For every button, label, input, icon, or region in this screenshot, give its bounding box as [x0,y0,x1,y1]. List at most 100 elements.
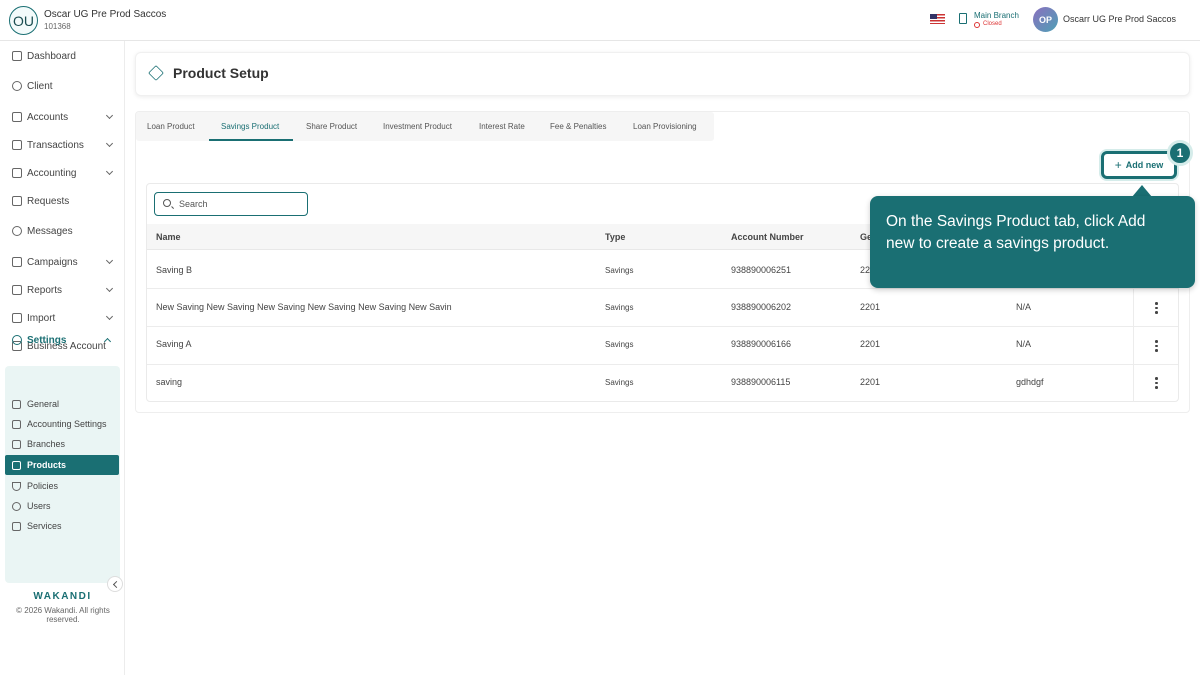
copyright: © 2026 Wakandi. All rights reserved. [16,606,110,624]
user-group-icon [12,501,21,511]
sidebar-item-import[interactable]: Import [12,310,116,326]
sidebar-item-label: Requests [27,195,70,207]
building-icon [12,439,21,449]
chevron-down-icon [105,312,114,321]
mail-icon [12,196,22,206]
sidebar-item-transactions[interactable]: Transactions [12,137,116,153]
tag-icon [12,460,21,470]
cell-account-number: 938890006202 [731,302,792,312]
branch-name[interactable]: Main Branch [974,11,1019,20]
cell-gl: 22 [860,265,871,275]
sidebar-item-dashboard[interactable]: Dashboard [12,48,116,64]
org-avatar[interactable]: OU [9,6,38,35]
more-vertical-icon[interactable] [1155,302,1158,316]
column-header-name: Name [156,232,181,242]
cell-type: Savings [605,266,634,275]
cell-type: Savings [605,303,634,312]
tab-share-product[interactable]: Share Product [306,122,357,131]
sidebar-item-label: Dashboard [27,50,76,62]
sidebar-item-label: Client [27,80,53,92]
org-id: 101368 [44,22,71,31]
sidebar-item-label: Accounting [27,167,77,179]
more-vertical-icon[interactable] [1155,340,1158,354]
settings-item-services[interactable]: Services [12,519,116,533]
cell-type: Savings [605,340,634,349]
chart-icon [12,285,22,295]
cell-extra: gdhdgf [1016,377,1044,387]
sidebar-item-settings[interactable]: Settings [12,332,112,348]
top-bar: OU Oscar UG Pre Prod Saccos 101368 Main … [0,0,1200,41]
sidebar-item-label: Messages [27,225,73,237]
sidebar-item-campaigns[interactable]: Campaigns [12,254,116,270]
cell-gl: 2201 [860,302,881,312]
user-avatar[interactable]: OP [1033,7,1058,32]
users-icon [12,81,22,91]
settings-item-label: General [27,399,60,409]
settings-item-policies[interactable]: Policies [12,479,116,493]
tab-interest-rate[interactable]: Interest Rate [479,122,525,131]
column-header-type: Type [605,232,626,242]
sidebar-item-accounting[interactable]: Accounting [12,165,116,181]
brand-logo: WAKANDI [33,591,92,602]
chevron-down-icon [105,256,114,265]
cell-name: New Saving New Saving New Saving New Sav… [156,302,452,312]
chevron-up-icon [103,337,112,346]
building-icon [959,13,967,24]
settings-item-users[interactable]: Users [12,499,116,513]
chevron-down-icon [105,139,114,148]
ledger-icon [12,168,22,178]
calculator-icon [12,419,21,429]
money-icon [12,140,22,150]
add-new-label: Add new [1125,160,1164,170]
cell-gl: 2201 [860,339,881,349]
cell-extra: N/A [1016,339,1032,349]
search-icon [163,199,171,207]
add-new-button[interactable]: + Add new [1101,151,1177,179]
sidebar-item-requests[interactable]: Requests [12,193,116,209]
settings-item-label: Policies [27,481,59,491]
sidebar-item-label: Campaigns [27,256,78,268]
tab-loan-product[interactable]: Loan Product [147,122,195,131]
branch-status: Closed [983,21,1002,27]
settings-item-accounting-settings[interactable]: Accounting Settings [12,417,116,431]
sidebar-item-reports[interactable]: Reports [12,282,116,298]
cell-account-number: 938890006166 [731,339,792,349]
page-header [135,52,1190,96]
us-flag-icon[interactable] [930,14,945,24]
settings-item-label: Branches [27,439,66,449]
collapse-sidebar-button[interactable] [107,576,123,592]
cell-account-number: 938890006251 [731,265,792,275]
sidebar-item-label: Accounts [27,111,69,123]
tab-loan-provisioning[interactable]: Loan Provisioning [633,122,697,131]
sidebar-item-messages[interactable]: Messages [12,223,116,239]
settings-item-branches[interactable]: Branches [12,437,116,451]
briefcase-icon [12,112,22,122]
sidebar-item-label: Import [27,312,56,324]
tab-savings-product[interactable]: Savings Product [221,122,279,131]
user-name[interactable]: Oscarr UG Pre Prod Saccos [1063,14,1176,24]
search-input[interactable] [179,197,299,211]
sidebar-item-client[interactable]: Client [12,78,116,94]
cell-name: saving [156,377,183,387]
tab-fee-penalties[interactable]: Fee & Penalties [550,122,606,131]
upload-icon [12,313,22,323]
grid-icon [12,257,22,267]
closed-status-icon [974,22,980,28]
settings-item-label: Users [27,501,51,511]
gear-icon [12,335,22,345]
tab-investment-product[interactable]: Investment Product [383,122,452,131]
wrench-icon [12,399,21,409]
settings-item-general[interactable]: General [12,397,116,411]
chat-icon [12,226,22,236]
more-vertical-icon[interactable] [1155,377,1158,391]
home-icon [12,51,22,61]
sidebar-item-accounts[interactable]: Accounts [12,109,116,125]
sidebar-item-label: Settings [27,334,67,346]
cell-account-number: 938890006115 [731,377,791,387]
chevron-down-icon [105,167,114,176]
settings-item-label: Products [27,460,67,470]
settings-item-products[interactable]: Products [5,455,119,475]
step-badge: 1 [1167,140,1193,166]
list-icon [12,521,21,531]
cell-name: Saving A [156,339,192,349]
